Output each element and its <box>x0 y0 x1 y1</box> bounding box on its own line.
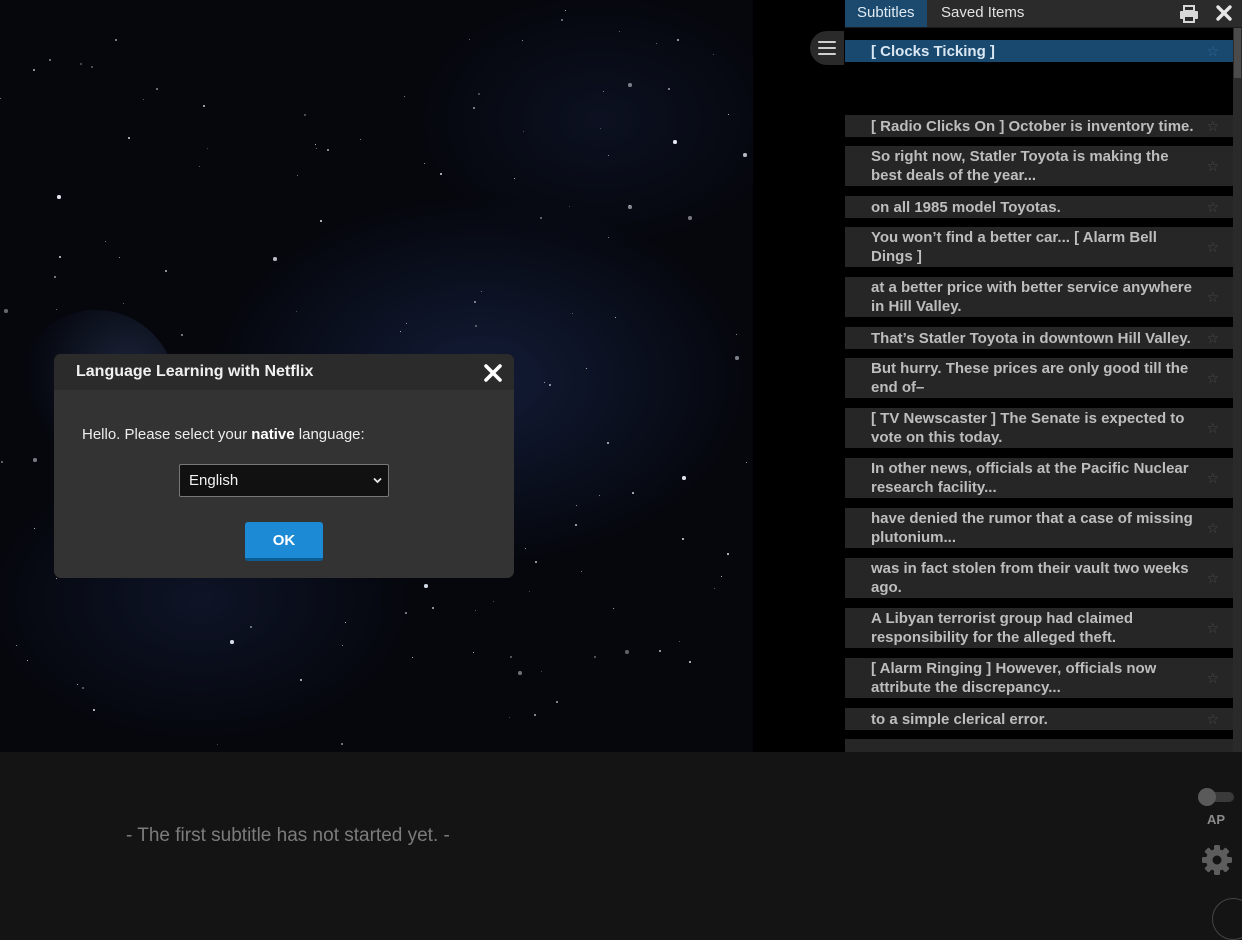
subtitle-text: have denied the rumor that a case of mis… <box>871 510 1193 546</box>
subtitle-row[interactable]: was in fact stolen from their vault two … <box>845 558 1233 598</box>
close-icon[interactable] <box>482 362 504 384</box>
current-subtitle-status: - The first subtitle has not started yet… <box>126 825 450 846</box>
save-star-icon[interactable]: ☆ <box>1206 118 1219 134</box>
close-icon[interactable] <box>1215 4 1233 22</box>
save-star-icon[interactable]: ☆ <box>1206 370 1219 386</box>
subtitle-sidebar: Subtitles Saved Items [ Clocks Ticking ]… <box>845 0 1242 752</box>
subtitle-row[interactable]: That’s Statler Toyota in downtown Hill V… <box>845 327 1233 349</box>
dialog-header: Language Learning with Netflix <box>54 354 514 390</box>
video-letterbox <box>753 0 845 752</box>
subtitle-text: [ Alarm Ringing ] However, officials now… <box>871 660 1157 696</box>
save-star-icon[interactable]: ☆ <box>1206 43 1219 59</box>
subtitle-row[interactable]: A Libyan terrorist group had claimed res… <box>845 608 1233 648</box>
subtitle-text: [ Radio Clicks On ] October is inventory… <box>871 117 1194 135</box>
subtitle-text: to a simple clerical error. <box>871 710 1048 728</box>
autopause-label: AP <box>1207 812 1226 827</box>
subtitle-text: at a better price with better service an… <box>871 279 1192 315</box>
subtitle-text: In other news, officials at the Pacific … <box>871 460 1189 496</box>
save-star-icon[interactable]: ☆ <box>1206 470 1219 486</box>
subtitle-row[interactable]: have denied the rumor that a case of mis… <box>845 508 1233 548</box>
save-star-icon[interactable]: ☆ <box>1206 158 1219 174</box>
native-language-dialog: Language Learning with Netflix Hello. Pl… <box>54 354 514 578</box>
subtitle-row[interactable]: to a simple clerical error. ☆ <box>845 708 1233 730</box>
subtitle-row[interactable]: The F.B.I., which is investigating the m… <box>845 739 1233 752</box>
language-select[interactable]: English <box>179 464 389 497</box>
save-star-icon[interactable]: ☆ <box>1206 199 1219 215</box>
chevron-down-icon <box>373 477 382 484</box>
subtitle-row[interactable]: You won’t find a better car... [ Alarm B… <box>845 227 1233 267</box>
tab-subtitles[interactable]: Subtitles <box>845 0 927 27</box>
save-star-icon[interactable]: ☆ <box>1206 570 1219 586</box>
hamburger-menu-icon <box>818 41 836 55</box>
save-star-icon[interactable]: ☆ <box>1206 239 1219 255</box>
save-star-icon[interactable]: ☆ <box>1206 670 1219 686</box>
subtitle-text: That’s Statler Toyota in downtown Hill V… <box>871 329 1191 347</box>
selected-language: English <box>189 472 239 489</box>
printer-icon[interactable] <box>1179 5 1199 23</box>
native-emphasis: native <box>251 426 295 443</box>
subtitle-row[interactable]: [ TV Newscaster ] The Senate is expected… <box>845 408 1233 448</box>
subtitle-row[interactable]: on all 1985 model Toyotas. ☆ <box>845 196 1233 218</box>
subtitle-row[interactable]: But hurry. These prices are only good ti… <box>845 358 1233 398</box>
dialog-title: Language Learning with Netflix <box>76 363 314 380</box>
save-star-icon[interactable]: ☆ <box>1206 520 1219 536</box>
autopause-toggle[interactable] <box>1198 788 1234 806</box>
corner-control-edge <box>1212 898 1242 940</box>
sidebar-menu-button[interactable] <box>810 31 844 65</box>
sidebar-tab-bar: Subtitles Saved Items <box>845 0 1242 28</box>
save-star-icon[interactable]: ☆ <box>1206 711 1219 727</box>
subtitle-row[interactable]: at a better price with better service an… <box>845 277 1233 317</box>
subtitle-text: You won’t find a better car... [ Alarm B… <box>871 229 1157 265</box>
subtitle-control-bar: - The first subtitle has not started yet… <box>0 752 1242 940</box>
subtitle-row[interactable]: [ Clocks Ticking ] ☆ <box>845 40 1233 62</box>
subtitle-text: [ TV Newscaster ] The Senate is expected… <box>871 410 1185 446</box>
ok-button[interactable]: OK <box>245 522 323 561</box>
scrollbar-thumb[interactable] <box>1234 28 1241 78</box>
subtitle-row[interactable]: [ Radio Clicks On ] October is inventory… <box>845 115 1233 137</box>
save-star-icon[interactable]: ☆ <box>1206 289 1219 305</box>
subtitle-row[interactable]: So right now, Statler Toyota is making t… <box>845 146 1233 186</box>
subtitle-row[interactable]: [ Alarm Ringing ] However, officials now… <box>845 658 1233 698</box>
subtitle-text: So right now, Statler Toyota is making t… <box>871 148 1169 184</box>
subtitle-row[interactable]: In other news, officials at the Pacific … <box>845 458 1233 498</box>
language-prompt: Hello. Please select your native languag… <box>82 426 365 443</box>
subtitle-text: [ Clocks Ticking ] <box>871 42 995 60</box>
tab-saved-items[interactable]: Saved Items <box>929 0 1036 27</box>
subtitle-text: on all 1985 model Toyotas. <box>871 198 1061 216</box>
save-star-icon[interactable]: ☆ <box>1206 620 1219 636</box>
subtitle-text: A Libyan terrorist group had claimed res… <box>871 610 1133 646</box>
subtitle-list: [ Clocks Ticking ] ☆ [ Radio Clicks On ] O… <box>845 28 1233 752</box>
subtitle-text: was in fact stolen from their vault two … <box>871 560 1189 596</box>
subtitle-text: But hurry. These prices are only good ti… <box>871 360 1189 396</box>
save-star-icon[interactable]: ☆ <box>1206 330 1219 346</box>
gear-icon[interactable] <box>1201 844 1233 876</box>
subtitle-list-scrollbar[interactable] <box>1233 28 1242 752</box>
save-star-icon[interactable]: ☆ <box>1206 420 1219 436</box>
